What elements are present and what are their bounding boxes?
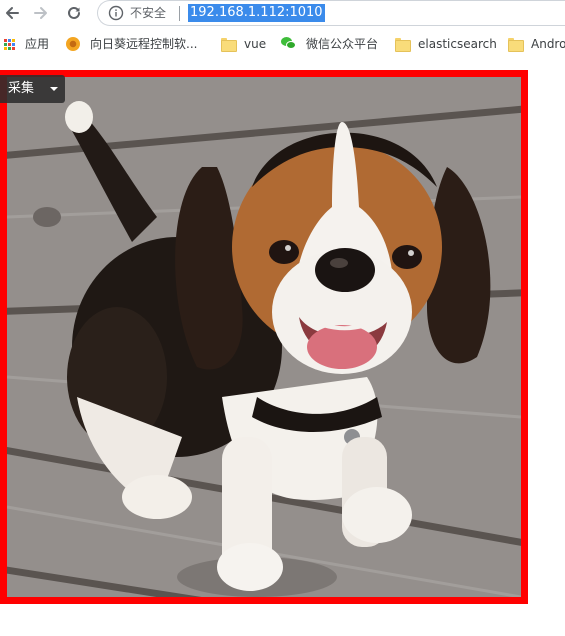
collect-button-label: 采集	[8, 81, 35, 96]
arrow-right-icon	[33, 5, 49, 21]
info-circle-icon[interactable]	[108, 5, 124, 21]
bookmark-wechat[interactable]: 微信公众平台	[281, 35, 378, 53]
bookmark-label: vue	[244, 37, 267, 51]
bookmark-apps[interactable]: 应用	[4, 35, 49, 53]
browser-toolbar: 不安全 192.168.1.112:1010	[0, 0, 565, 27]
reload-icon	[66, 5, 82, 21]
bookmark-label: elasticsearch	[418, 37, 497, 51]
bookmark-label: 微信公众平台	[306, 37, 379, 51]
sunflower-icon	[66, 37, 80, 51]
url-text[interactable]: 192.168.1.112:1010	[188, 4, 325, 22]
bookmark-sunflower[interactable]: 向日葵远程控制软...	[66, 35, 197, 53]
bookmark-label: 应用	[25, 37, 50, 51]
caret-down-icon	[50, 87, 58, 91]
apps-grid-icon	[4, 38, 15, 50]
folder-icon	[508, 38, 524, 52]
image-frame	[0, 70, 528, 604]
beagle-puppy-photo	[7, 77, 521, 597]
bookmark-label: Andro	[531, 37, 565, 51]
reload-button[interactable]	[63, 2, 85, 24]
security-status-label[interactable]: 不安全	[130, 5, 166, 21]
bookmarks-bar: 应用 向日葵远程控制软... vue 微信公众平台 elasticsearch …	[0, 31, 565, 57]
folder-icon	[221, 38, 237, 52]
bookmark-elasticsearch[interactable]: elasticsearch	[395, 35, 497, 53]
back-button[interactable]	[1, 2, 23, 24]
address-bar[interactable]: 不安全 192.168.1.112:1010	[97, 0, 565, 26]
collect-dropdown-button[interactable]: 采集	[0, 75, 65, 103]
bookmark-android[interactable]: Andro	[508, 35, 565, 53]
arrow-left-icon	[4, 5, 20, 21]
bookmark-label: 向日葵远程控制软...	[90, 37, 198, 51]
address-divider	[179, 6, 180, 21]
bookmark-vue[interactable]: vue	[221, 35, 266, 53]
folder-icon	[395, 38, 411, 52]
wechat-icon	[281, 37, 297, 51]
forward-button[interactable]	[30, 2, 52, 24]
